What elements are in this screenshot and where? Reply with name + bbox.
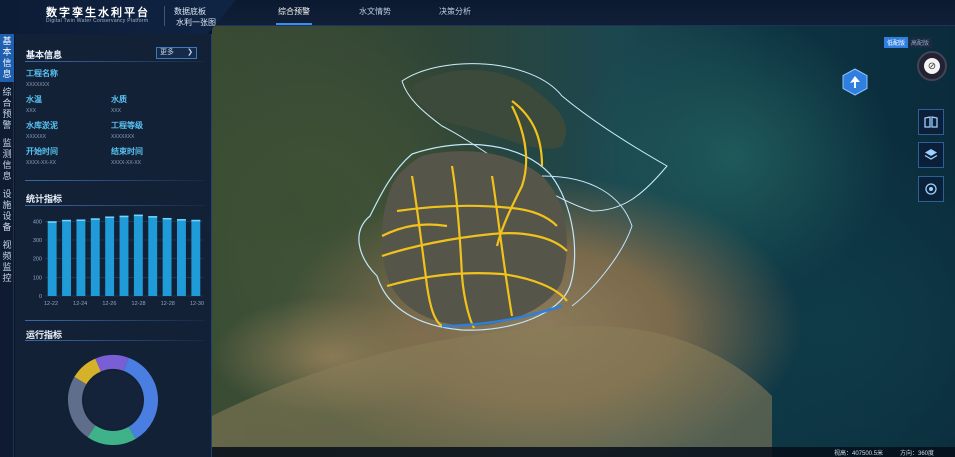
- app-logo: 数字孪生水利平台 Digital Twin Water Conservancy …: [0, 0, 236, 34]
- bar-cap: [148, 216, 158, 218]
- x-tick-label: 12-28: [161, 301, 175, 307]
- nav-video[interactable]: 视频监控: [0, 238, 14, 286]
- donut-hole: [84, 371, 142, 429]
- city-area: [381, 151, 567, 326]
- layers-icon: [924, 149, 938, 160]
- field-label: 水温: [26, 95, 42, 104]
- field-value: XXXXXXX: [26, 82, 50, 88]
- divider: [25, 320, 205, 321]
- book-icon: [924, 116, 938, 128]
- bar-cap: [119, 215, 129, 218]
- high-spec-button[interactable]: 高配版: [908, 37, 933, 48]
- divider: [25, 180, 205, 181]
- bar: [133, 214, 143, 296]
- field-value: XXXXXXX: [111, 134, 135, 140]
- sub-title-1: 数据底板: [174, 7, 206, 16]
- tab-decision[interactable]: 决策分析: [439, 6, 471, 17]
- status-bar: 视高：407500.5米 方向：360度: [212, 447, 955, 457]
- bar: [177, 219, 186, 296]
- tab-warning[interactable]: 综合预警: [276, 6, 312, 25]
- bar: [62, 219, 71, 296]
- more-button[interactable]: 更多 ❯: [156, 47, 197, 59]
- x-tick-label: 12-30: [190, 301, 204, 307]
- low-spec-button[interactable]: 低配版: [884, 37, 909, 48]
- target-icon: [925, 183, 937, 195]
- layers-button[interactable]: [918, 142, 944, 168]
- bar: [90, 218, 100, 296]
- bar-cap: [191, 219, 201, 222]
- basic-info-title: 基本信息: [26, 50, 63, 60]
- bar-cap: [90, 218, 100, 220]
- field-label: 结束时间: [111, 147, 143, 156]
- divider: [25, 61, 205, 62]
- y-tick-label: 300: [33, 238, 42, 244]
- donut-slice: [95, 355, 129, 372]
- quality-toggle: 低配版 高配版: [884, 37, 933, 48]
- ops-donut-chart: [68, 355, 158, 445]
- bar: [191, 219, 201, 296]
- donut-slice: [87, 425, 136, 445]
- bar-cap: [177, 219, 186, 221]
- bar: [47, 221, 57, 296]
- view-direction: 方向：360度: [900, 451, 935, 457]
- tab-hydrology[interactable]: 水文情势: [359, 6, 391, 17]
- bar-cap: [105, 216, 115, 218]
- divider: [164, 6, 165, 26]
- field-value: XXXX-XX-XX: [111, 160, 142, 166]
- island-shape: [412, 69, 566, 149]
- map-book-button[interactable]: [918, 109, 944, 135]
- view-height: 视高：407500.5米: [834, 451, 884, 457]
- bar-cap: [162, 217, 172, 220]
- chevron-right-icon: ❯: [187, 49, 193, 56]
- divider: [25, 340, 205, 341]
- field-value: XXX: [111, 108, 122, 114]
- bar: [105, 216, 115, 296]
- compass-icon[interactable]: ⊘: [917, 51, 947, 81]
- side-nav: 基本信息 综合预警 监测信息 设施设备 视频监控: [0, 34, 14, 457]
- field-label: 开始时间: [26, 147, 58, 156]
- y-tick-label: 400: [33, 219, 42, 225]
- x-tick-label: 12-28: [132, 301, 146, 307]
- nav-monitor[interactable]: 监测信息: [0, 136, 14, 184]
- field-label: 水库淤泥: [26, 121, 58, 130]
- y-tick-label: 100: [33, 275, 42, 281]
- info-panel: 基本信息 更多 ❯ 工程名称 XXXXXXX 水温 XXX 水质 XXX 水库淤泥…: [15, 34, 212, 457]
- field-value: XXXXXX: [26, 134, 47, 140]
- bar: [162, 217, 172, 296]
- field-label: 水质: [111, 95, 127, 104]
- map-view[interactable]: [212, 26, 955, 457]
- bar-cap: [76, 219, 86, 221]
- bar: [119, 215, 129, 296]
- field-label: 工程等级: [111, 121, 143, 130]
- nav-basic-info[interactable]: 基本信息: [0, 34, 14, 82]
- y-tick-label: 200: [33, 257, 42, 263]
- bar: [76, 219, 86, 296]
- x-tick-label: 12-24: [73, 301, 87, 307]
- bar-cap: [62, 219, 71, 222]
- field-label: 工程名称: [26, 69, 58, 78]
- bar-cap: [133, 214, 143, 217]
- app-root: 综合预警 水文情势 决策分析 数字孪生水利平台 Digital Twin Wat…: [0, 0, 955, 457]
- river-estuary: [212, 326, 772, 457]
- sub-title-2: 水利一张图: [176, 18, 216, 27]
- logo-hex-icon[interactable]: [842, 68, 868, 101]
- bar-cap: [47, 221, 57, 223]
- nav-facility[interactable]: 设施设备: [0, 187, 14, 235]
- x-tick-label: 12-22: [44, 301, 58, 307]
- field-value: XXXX-XX-XX: [26, 160, 57, 166]
- compass-needle-icon: ⊘: [924, 58, 940, 74]
- x-tick-label: 12-26: [102, 301, 116, 307]
- nav-warning[interactable]: 综合预警: [0, 85, 14, 133]
- y-tick-label: 0: [39, 294, 42, 300]
- stats-bar-chart: 0 100 200 300 400 12-22 12-24 12-26 12-28 12-28 12…: [33, 214, 204, 307]
- bar: [148, 216, 158, 296]
- field-value: XXX: [26, 108, 37, 114]
- locate-button[interactable]: [918, 176, 944, 202]
- app-subtitle: Digital Twin Water Conservancy Platform: [46, 18, 149, 24]
